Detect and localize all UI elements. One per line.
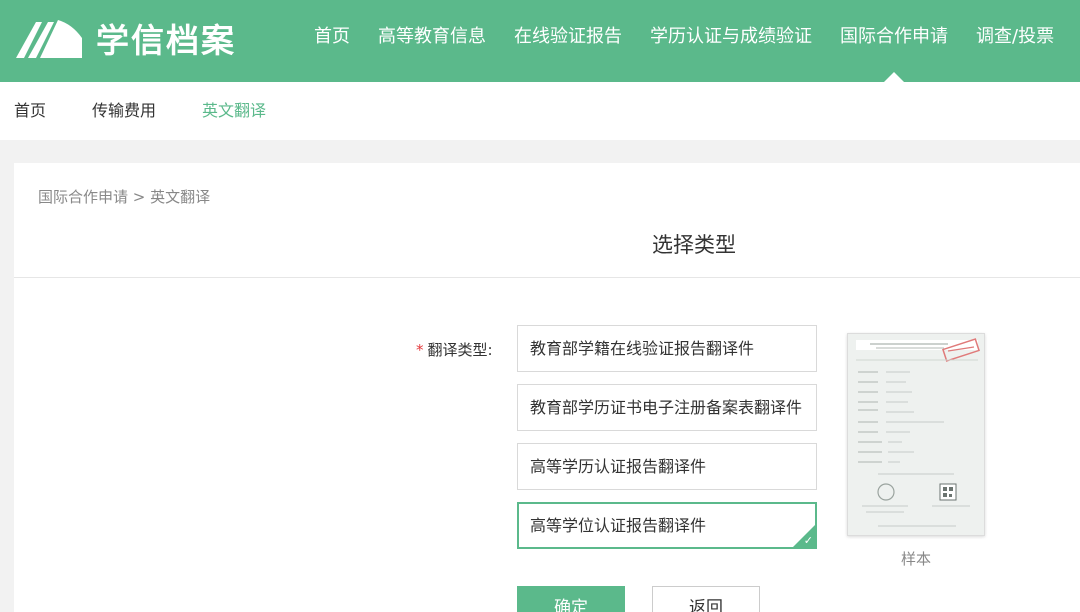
sample-document-icon (848, 334, 984, 535)
translation-type-label: * 翻译类型: (416, 339, 493, 360)
breadcrumb: 国际合作申请 > 英文翻译 (38, 188, 211, 206)
confirm-button[interactable]: 确定 (517, 586, 625, 612)
main-nav: 首页 高等教育信息 在线验证报告 学历认证与成绩验证 国际合作申请 调查/投票 (300, 0, 1068, 82)
option-diploma-registration-form[interactable]: 教育部学历证书电子注册备案表翻译件 (517, 384, 817, 431)
nav-item-survey-vote[interactable]: 调查/投票 (962, 0, 1068, 82)
top-header: 学信档案 首页 高等教育信息 在线验证报告 学历认证与成绩验证 国际合作申请 调… (0, 0, 1080, 82)
logo-text: 学信档案 (96, 21, 236, 60)
nav-item-degree-certification[interactable]: 学历认证与成绩验证 (636, 0, 826, 82)
check-icon: ✓ (803, 534, 813, 547)
page-title: 选择类型 (652, 233, 736, 257)
subnav-item-transfer-fee[interactable]: 传输费用 (92, 82, 156, 140)
logo[interactable]: 学信档案 (14, 14, 236, 62)
option-label: 教育部学籍在线验证报告翻译件 (530, 339, 755, 358)
nav-item-online-verification[interactable]: 在线验证报告 (500, 0, 636, 82)
back-button[interactable]: 返回 (652, 586, 760, 612)
sample-label: 样本 (900, 550, 931, 568)
nav-item-higher-education-info[interactable]: 高等教育信息 (364, 0, 500, 82)
subnav-item-home[interactable]: 首页 (14, 82, 46, 140)
nav-item-home[interactable]: 首页 (300, 0, 364, 82)
nav-item-international-cooperation[interactable]: 国际合作申请 (826, 0, 962, 82)
option-label: 高等学位认证报告翻译件 (530, 516, 707, 535)
option-student-status-report[interactable]: 教育部学籍在线验证报告翻译件 (517, 325, 817, 372)
option-label: 教育部学历证书电子注册备案表翻译件 (530, 398, 803, 417)
required-mark: * (416, 341, 424, 359)
sub-nav: 首页 传输费用 英文翻译 (0, 82, 1080, 140)
option-academic-degree-report[interactable]: 高等学位认证报告翻译件 ✓ (517, 502, 817, 549)
subnav-item-english-translation[interactable]: 英文翻译 (202, 82, 266, 140)
content-card: 国际合作申请 > 英文翻译 选择类型 * 翻译类型: 教育部学籍在线验证报告翻译件… (14, 163, 1080, 612)
option-degree-certificate-report[interactable]: 高等学历认证报告翻译件 (517, 443, 817, 490)
sample-image[interactable] (847, 333, 985, 536)
translation-type-label-text: 翻译类型: (427, 341, 493, 359)
logo-icon (16, 20, 82, 58)
option-label: 高等学历认证报告翻译件 (530, 457, 707, 476)
divider (14, 277, 1080, 278)
